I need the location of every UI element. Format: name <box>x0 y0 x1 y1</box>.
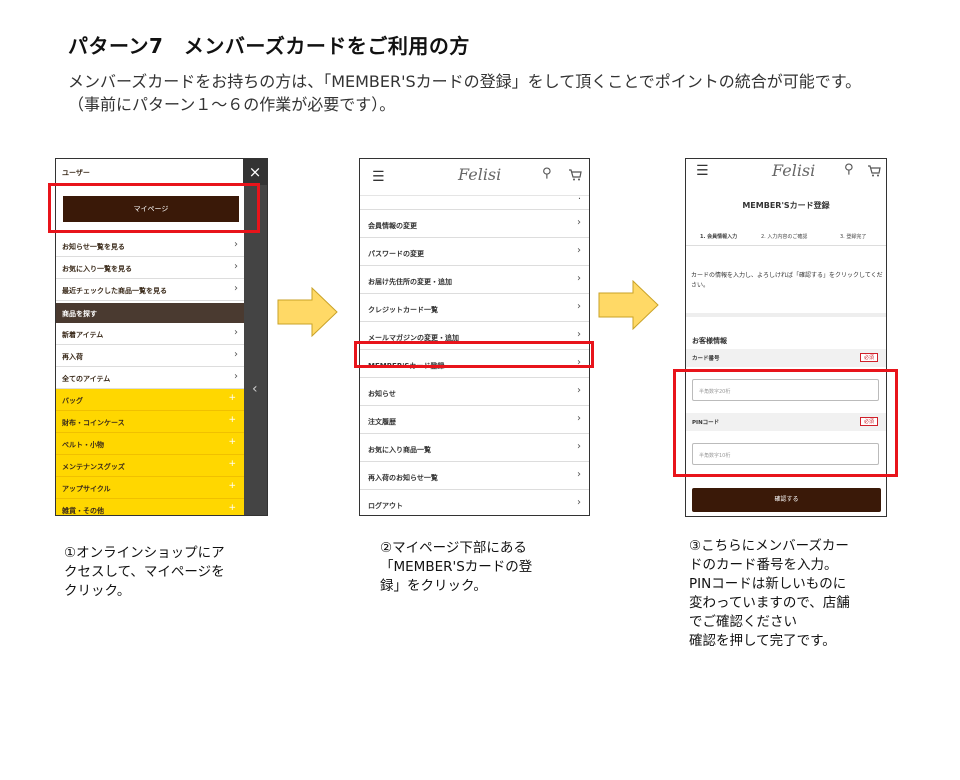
arrow-right-icon <box>598 280 659 330</box>
mypage-menu-item[interactable]: クレジットカード一覧 › <box>360 294 589 322</box>
chevron-right-icon: › <box>577 217 581 228</box>
category-item[interactable]: 財布・コインケース + <box>56 411 244 433</box>
highlight-mypage <box>48 183 260 233</box>
step1-caption: ①オンラインショップにア クセスして、マイページを クリック。 <box>64 545 225 599</box>
brand-logo: Felisi <box>458 165 502 184</box>
arrow-right-icon <box>277 287 338 337</box>
cart-icon[interactable] <box>867 165 881 177</box>
highlight-card-inputs <box>673 369 898 477</box>
drawer-header: ユーザー <box>56 159 267 185</box>
chevron-right-icon: › <box>577 497 581 508</box>
chevron-right-icon: › <box>577 469 581 480</box>
chevron-right-icon: › <box>577 385 581 396</box>
step-indicator: 1. 会員情報入力 <box>700 234 738 240</box>
required-badge: 必須 <box>859 353 878 362</box>
plus-icon: + <box>228 415 236 425</box>
chevron-right-icon: › <box>234 261 238 272</box>
section-heading: お客様情報 <box>692 337 727 345</box>
mypage-menu-item[interactable]: ログアウト › <box>360 490 589 515</box>
chevron-right-icon: › <box>577 441 581 452</box>
background-page <box>244 185 267 515</box>
step3-caption: ③こちらにメンバーズカー ドのカード番号を入力。 PINコードは新しいものに 変… <box>689 538 850 649</box>
mypage-menu-item[interactable]: パスワードの変更 › <box>360 238 589 266</box>
step2-caption: ②マイページ下部にある 「MEMBER'Sカードの登 録」をクリック。 <box>380 540 533 594</box>
mypage-menu-item[interactable]: お届け先住所の変更・追加 › <box>360 266 589 294</box>
step2-screenshot: ☰ Felisi ⚲ · 会員情報の変更 › パスワードの変更 › お届け先住所の変… <box>359 158 590 516</box>
plus-icon: + <box>228 393 236 403</box>
highlight-members-card <box>354 341 594 368</box>
menu-item[interactable]: お知らせ一覧を見る › <box>56 235 244 257</box>
chevron-icon: · <box>577 194 581 205</box>
hamburger-menu-icon[interactable]: ☰ <box>696 163 709 179</box>
category-item[interactable]: ベルト・小物 + <box>56 433 244 455</box>
brand-logo: Felisi <box>772 161 816 180</box>
mypage-menu-item[interactable]: 再入荷のお知らせ一覧 › <box>360 462 589 490</box>
menu-item-partial: · <box>360 194 589 210</box>
chevron-right-icon: › <box>234 239 238 250</box>
category-item[interactable]: 雑貨・その他 + <box>56 499 244 515</box>
menu-item[interactable]: 最近チェックした商品一覧を見る › <box>56 279 244 301</box>
chevron-right-icon: › <box>577 413 581 424</box>
card-number-label-row: カード番号 必須 <box>686 349 886 367</box>
mypage-menu-item[interactable]: お気に入り商品一覧 › <box>360 434 589 462</box>
category-item[interactable]: バッグ + <box>56 389 244 411</box>
plus-icon: + <box>228 481 236 491</box>
search-icon[interactable]: ⚲ <box>542 166 552 181</box>
divider <box>686 313 886 317</box>
close-icon[interactable]: × <box>243 159 267 185</box>
search-icon[interactable]: ⚲ <box>844 162 854 177</box>
step-indicator: 2. 入力内容のご確認 <box>761 234 808 240</box>
chevron-right-icon: › <box>577 273 581 284</box>
user-label: ユーザー <box>62 169 90 177</box>
chevron-right-icon: › <box>234 349 238 360</box>
page-title: パターン7 メンバーズカードをご利用の方 <box>68 34 470 58</box>
chevron-right-icon: › <box>234 327 238 338</box>
progress-steps: 1. 会員情報入力 2. 入力内容のご確認 3. 登録完了 <box>686 225 886 246</box>
chevron-right-icon: › <box>577 245 581 256</box>
category-item[interactable]: アップサイクル + <box>56 477 244 499</box>
mypage-menu-item[interactable]: 会員情報の変更 › <box>360 210 589 238</box>
site-header: ☰ Felisi ⚲ <box>360 159 589 196</box>
menu-item[interactable]: 再入荷 › <box>56 345 244 367</box>
plus-icon: + <box>228 437 236 447</box>
step-indicator: 3. 登録完了 <box>840 234 867 240</box>
form-title: MEMBER'Sカード登録 <box>742 201 830 210</box>
menu-item[interactable]: 全てのアイテム › <box>56 367 244 389</box>
chevron-right-icon: › <box>577 301 581 312</box>
section-header: 商品を探す <box>56 303 244 323</box>
form-instructions: カードの情報を入力し、よろしければ「確認する」をクリックしてください。 <box>691 272 883 289</box>
hamburger-menu-icon[interactable]: ☰ <box>372 169 385 185</box>
menu-item[interactable]: お気に入り一覧を見る › <box>56 257 244 279</box>
mypage-menu-item[interactable]: 注文履歴 › <box>360 406 589 434</box>
plus-icon: + <box>228 503 236 513</box>
chevron-right-icon: › <box>234 371 238 382</box>
category-item[interactable]: メンテナンスグッズ + <box>56 455 244 477</box>
confirm-button[interactable]: 確認する <box>692 488 881 512</box>
chevron-right-icon: › <box>577 329 581 340</box>
chevron-left-icon: ‹ <box>252 381 258 397</box>
site-header: ☰ Felisi ⚲ <box>686 159 886 185</box>
chevron-right-icon: › <box>234 283 238 294</box>
cart-icon[interactable] <box>568 169 582 181</box>
mypage-menu-item[interactable]: お知らせ › <box>360 378 589 406</box>
plus-icon: + <box>228 459 236 469</box>
page-description: メンバーズカードをお持ちの方は、「MEMBER'Sカードの登録」をして頂くことで… <box>68 72 862 114</box>
menu-item[interactable]: 新着アイテム › <box>56 323 244 345</box>
